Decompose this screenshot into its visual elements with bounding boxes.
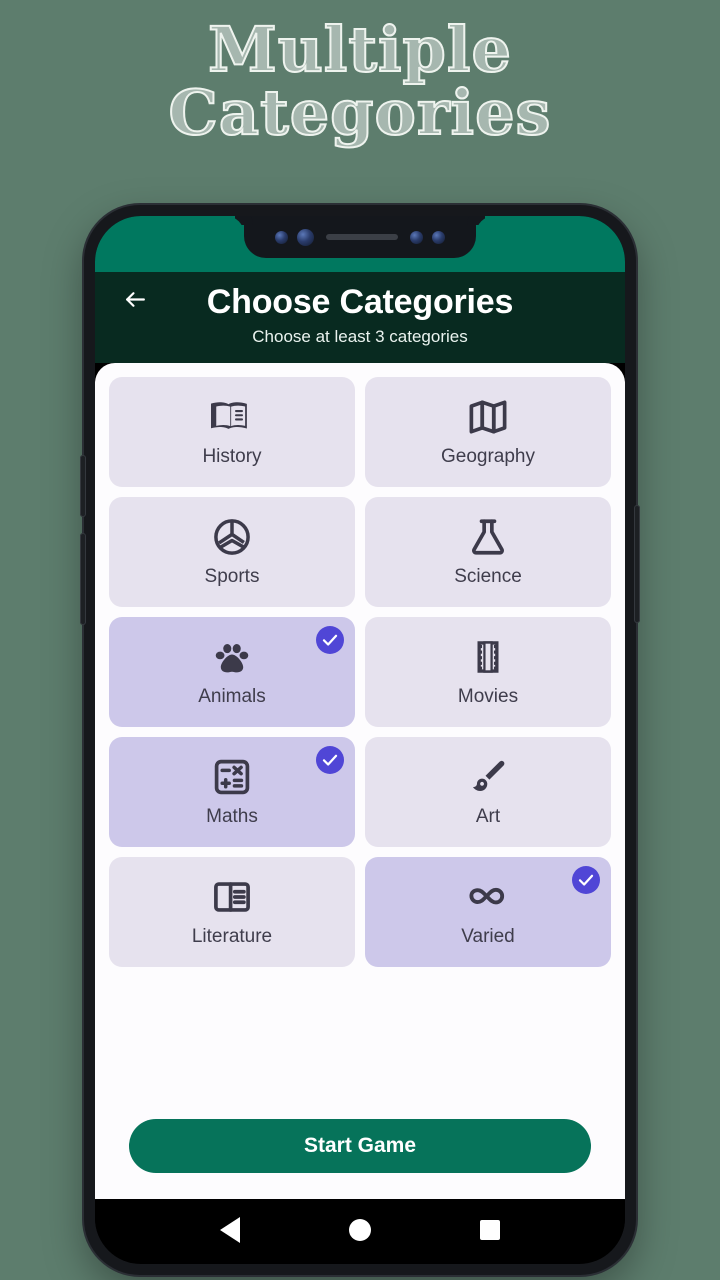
promo-headline-line-2: Categories — [168, 76, 552, 150]
selected-check-badge — [572, 866, 600, 894]
flask-icon — [467, 516, 509, 558]
film-strip-icon — [467, 636, 509, 678]
category-label: History — [202, 446, 262, 467]
android-nav-bar — [95, 1199, 625, 1261]
content-sheet: History Geography Sports Science Animals… — [95, 363, 625, 1199]
notch — [244, 216, 476, 258]
category-label: Science — [454, 566, 522, 587]
nav-back-icon — [219, 1217, 240, 1243]
map-icon — [467, 396, 509, 438]
infinity-icon — [467, 876, 509, 918]
paw-print-icon — [211, 636, 253, 678]
reader-mode-icon — [211, 876, 253, 918]
camera-lens-icon — [275, 230, 288, 244]
promo-headline: Multiple Categories — [0, 13, 720, 150]
category-card-literature[interactable]: Literature — [109, 857, 355, 967]
category-label: Maths — [206, 806, 258, 827]
category-card-maths[interactable]: Maths — [109, 737, 355, 847]
selected-check-badge — [316, 626, 344, 654]
camera-lens-large-icon — [297, 228, 314, 246]
category-label: Sports — [204, 566, 260, 587]
open-book-icon — [211, 396, 253, 438]
category-card-movies[interactable]: Movies — [365, 617, 611, 727]
nav-home-button[interactable] — [348, 1219, 371, 1241]
category-card-art[interactable]: Art — [365, 737, 611, 847]
category-label: Animals — [198, 686, 266, 707]
category-label: Art — [475, 806, 501, 827]
nav-recents-icon — [480, 1220, 501, 1240]
category-card-sports[interactable]: Sports — [109, 497, 355, 607]
category-label: Movies — [457, 686, 519, 707]
paint-brush-icon — [467, 756, 509, 798]
category-card-science[interactable]: Science — [365, 497, 611, 607]
category-card-varied[interactable]: Varied — [365, 857, 611, 967]
nav-back-button[interactable] — [219, 1217, 240, 1243]
status-bar — [95, 216, 625, 272]
category-label: Literature — [191, 926, 273, 947]
power-button[interactable] — [634, 505, 640, 623]
page-subtitle: Choose at least 3 categories — [252, 327, 468, 346]
app-bar-row: Choose Categories — [95, 282, 625, 322]
camera-lens-icon-2 — [410, 230, 423, 244]
start-game-button[interactable]: Start Game — [129, 1119, 591, 1173]
phone-screen: Choose Categories Choose at least 3 cate… — [95, 216, 625, 1264]
promo-headline-line-1: Multiple — [207, 13, 512, 86]
camera-lens-icon-3 — [432, 230, 445, 244]
sports-ball-icon — [211, 516, 253, 558]
category-card-history[interactable]: History — [109, 377, 355, 487]
category-card-geography[interactable]: Geography — [365, 377, 611, 487]
category-label: Geography — [440, 446, 535, 467]
category-card-animals[interactable]: Animals — [109, 617, 355, 727]
category-grid: History Geography Sports Science Animals… — [105, 377, 615, 967]
volume-down-button[interactable] — [80, 533, 86, 625]
phone-mockup: Choose Categories Choose at least 3 cate… — [80, 205, 640, 1275]
nav-home-icon — [348, 1219, 371, 1241]
nav-recents-button[interactable] — [480, 1220, 501, 1240]
category-label: Varied — [461, 926, 515, 947]
selected-check-badge — [316, 746, 344, 774]
app-bar: Choose Categories Choose at least 3 cate… — [95, 272, 625, 363]
calculator-icon — [211, 756, 253, 798]
page-title: Choose Categories — [206, 282, 514, 321]
volume-up-button[interactable] — [80, 455, 86, 517]
earpiece-speaker — [326, 234, 398, 240]
sheet-spacer — [105, 967, 615, 1119]
